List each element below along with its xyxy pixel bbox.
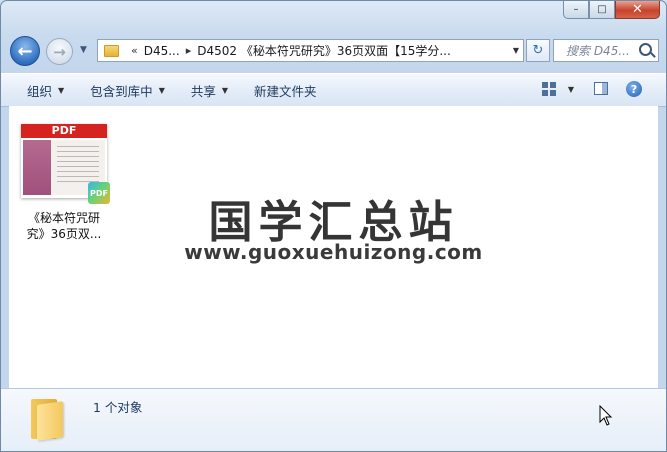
address-bar[interactable]: « D45... ▸ D4502 《秘本符咒研究》36页双面【15学分... ▼ <box>97 39 524 62</box>
forward-arrow-icon: → <box>53 42 66 61</box>
pdf-banner: PDF <box>21 124 107 138</box>
explorer-window: – □ ✕ ← → ▼ « D45... ▸ D4502 《秘本符咒研究》36页… <box>0 0 667 452</box>
help-icon[interactable]: ? <box>626 81 642 97</box>
preview-pane-icon[interactable] <box>594 82 608 95</box>
command-bar: 组织 ▼ 包含到库中 ▼ 共享 ▼ 新建文件夹 ▼ ? <box>1 73 666 107</box>
change-view-button[interactable]: ▼ <box>541 82 574 96</box>
organize-menu[interactable]: 组织 ▼ <box>27 81 64 100</box>
recent-pages-dropdown[interactable]: ▼ <box>80 45 87 55</box>
refresh-button[interactable]: ↻ <box>526 39 550 62</box>
chevron-down-icon: ▼ <box>221 85 229 95</box>
caption-buttons: – □ ✕ <box>563 1 660 19</box>
minimize-button[interactable]: – <box>563 1 589 19</box>
details-pane: 1 个对象 <box>1 388 666 451</box>
search-placeholder: 搜索 D45... <box>566 44 630 58</box>
folder-large-icon <box>31 399 69 441</box>
file-list-area[interactable]: PDF PDF 《秘本符咒研 究》36页双... 国学汇总站 www.guoxu… <box>9 106 658 388</box>
share-label: 共享 <box>190 83 216 99</box>
new-folder-button[interactable]: 新建文件夹 <box>254 81 317 100</box>
back-arrow-icon: ← <box>17 40 33 62</box>
share-menu[interactable]: 共享 ▼ <box>191 81 228 100</box>
watermark-url: www.guoxuehuizong.com <box>184 240 483 264</box>
search-icon <box>639 43 652 56</box>
maximize-button[interactable]: □ <box>589 1 615 19</box>
folder-icon <box>104 44 119 57</box>
navigation-bar: ← → ▼ « D45... ▸ D4502 《秘本符咒研究》36页双面【15学… <box>1 33 666 69</box>
back-button[interactable]: ← <box>10 36 40 66</box>
views-icon <box>541 82 556 96</box>
address-dropdown[interactable]: ▼ <box>513 46 519 55</box>
breadcrumb-overflow[interactable]: « <box>131 44 138 57</box>
chevron-down-icon[interactable]: ▼ <box>568 85 574 94</box>
include-in-library-menu[interactable]: 包含到库中 ▼ <box>90 81 165 100</box>
breadcrumb-separator[interactable]: ▸ <box>186 44 192 57</box>
search-input[interactable]: 搜索 D45... <box>553 39 659 62</box>
close-button[interactable]: ✕ <box>615 1 660 19</box>
chevron-down-icon: ▼ <box>58 85 65 95</box>
organize-label: 组织 <box>27 83 53 99</box>
forward-button[interactable]: → <box>46 38 73 65</box>
new-folder-label: 新建文件夹 <box>254 83 317 99</box>
item-count: 1 个对象 <box>93 400 143 415</box>
include-in-library-label: 包含到库中 <box>90 83 153 99</box>
breadcrumb-item[interactable]: D45... <box>144 44 180 58</box>
breadcrumb-current[interactable]: D4502 《秘本符咒研究》36页双面【15学分... <box>197 42 451 59</box>
refresh-icon: ↻ <box>532 43 544 58</box>
chevron-down-icon: ▼ <box>158 85 165 95</box>
